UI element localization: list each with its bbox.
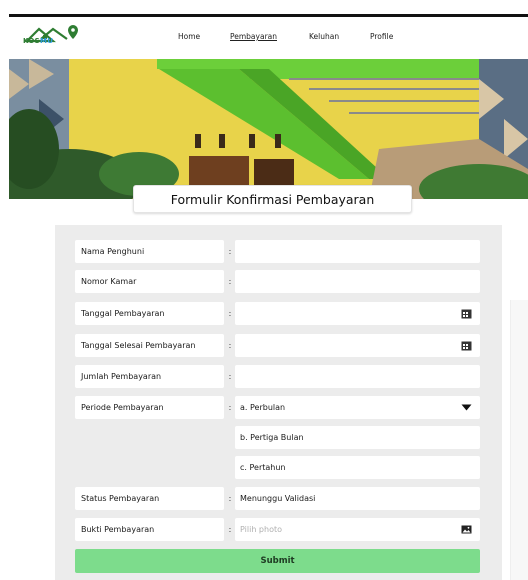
tanggal-selesai-input[interactable] [235, 334, 480, 357]
periode-pembayaran-select[interactable]: a. Perbulan [235, 396, 480, 419]
label-separator: : [228, 341, 232, 350]
label-separator: : [228, 494, 232, 503]
calendar-icon[interactable] [461, 308, 472, 319]
label-separator: : [228, 525, 232, 534]
label-nomor-kamar: Nomor Kamar [75, 270, 224, 293]
house-facade-illustration [9, 59, 528, 199]
label-separator: : [228, 247, 232, 256]
status-pembayaran-field: Menunggu Validasi [235, 487, 480, 510]
label-tanggal-pembayaran: Tanggal Pembayaran [75, 302, 224, 325]
jumlah-pembayaran-input[interactable] [235, 365, 480, 388]
logo-text-mu: MU [40, 37, 54, 45]
image-icon[interactable] [461, 524, 472, 535]
submit-button[interactable]: Submit [75, 549, 480, 573]
header: KOSMU Home Pembayaran Keluhan Profile [9, 17, 528, 59]
periode-option-pertiga-bulan[interactable]: b. Pertiga Bulan [235, 426, 480, 449]
nav-home[interactable]: Home [178, 32, 200, 41]
bukti-pembayaran-upload[interactable]: Pilih photo [235, 518, 480, 541]
tanggal-pembayaran-input[interactable] [235, 302, 480, 325]
calendar-icon[interactable] [461, 340, 472, 351]
label-separator: : [228, 372, 232, 381]
label-periode-pembayaran: Periode Pembayaran [75, 396, 224, 419]
right-divider [510, 300, 528, 580]
logo-text: KOSMU [23, 37, 53, 45]
nomor-kamar-input[interactable] [235, 270, 480, 293]
label-separator: : [228, 309, 232, 318]
bukti-placeholder: Pilih photo [240, 525, 283, 534]
label-tanggal-selesai-pembayaran: Tanggal Selesai Pembayaran [75, 334, 224, 357]
label-separator: : [228, 403, 232, 412]
hero-image [9, 59, 528, 199]
logo[interactable]: KOSMU [9, 17, 99, 59]
nav-keluhan[interactable]: Keluhan [309, 32, 339, 41]
form-title: Formulir Konfirmasi Pembayaran [133, 185, 412, 213]
label-separator: : [228, 277, 232, 286]
chevron-down-icon[interactable] [461, 402, 472, 413]
label-jumlah-pembayaran: Jumlah Pembayaran [75, 365, 224, 388]
periode-option-pertahun[interactable]: c. Pertahun [235, 456, 480, 479]
nama-penghuni-input[interactable] [235, 240, 480, 263]
logo-text-kos: KOS [23, 37, 41, 45]
nav-pembayaran[interactable]: Pembayaran [230, 32, 277, 41]
nav-profile[interactable]: Profile [370, 32, 393, 41]
label-status-pembayaran: Status Pembayaran [75, 487, 224, 510]
label-bukti-pembayaran: Bukti Pembayaran [75, 518, 224, 541]
periode-selected-value: a. Perbulan [240, 403, 286, 412]
label-nama-penghuni: Nama Penghuni [75, 240, 224, 263]
